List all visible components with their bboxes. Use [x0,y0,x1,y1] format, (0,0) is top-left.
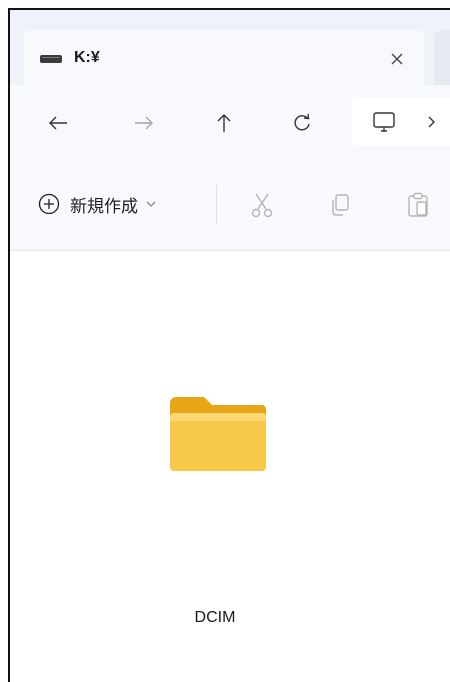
arrow-right-icon[interactable] [124,103,164,143]
arrow-up-icon[interactable] [204,103,244,143]
arrow-left-icon[interactable] [38,103,78,143]
address-bar[interactable] [352,98,450,146]
file-explorer-window: K:¥ 新規作成 DCIM [8,8,450,682]
tab-next[interactable] [434,30,450,86]
new-button[interactable]: 新規作成 [38,183,200,225]
scissors-icon[interactable] [242,185,282,225]
drive-icon [40,55,62,63]
plus-circle-icon [38,193,60,215]
close-icon[interactable] [382,44,412,74]
file-list-area: DCIM [10,251,450,682]
navigation-bar [10,85,450,159]
refresh-icon[interactable] [282,103,322,143]
folder-item[interactable]: DCIM [150,391,280,651]
copy-icon[interactable] [320,185,360,225]
folder-name: DCIM [194,609,236,626]
tab-title: K:¥ [74,49,100,66]
command-bar: 新規作成 [10,159,450,251]
chevron-right-icon[interactable] [416,102,446,142]
clipboard-icon[interactable] [398,185,438,225]
folder-icon [170,397,266,471]
new-button-label: 新規作成 [70,196,138,216]
chevron-down-icon [146,201,156,207]
monitor-icon[interactable] [364,102,404,142]
tab-current[interactable]: K:¥ [24,30,424,86]
toolbar-separator [216,185,217,225]
tab-strip: K:¥ [10,10,450,86]
